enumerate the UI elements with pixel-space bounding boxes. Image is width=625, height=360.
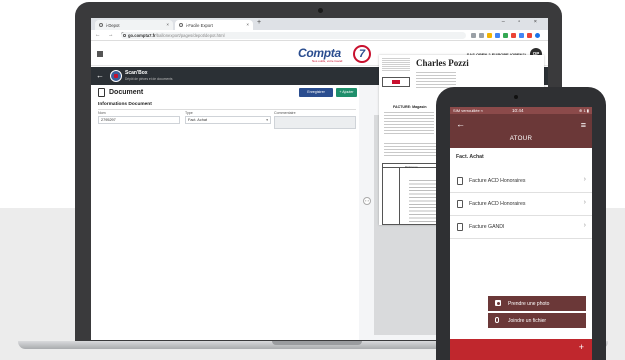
address-bar-row: ← → C go.compta7.fr/ballonexport/pages/d… [91,30,548,41]
tab-favicon-icon [99,23,103,27]
browser-tab-idepot[interactable]: i-Depot × [95,20,173,30]
table-column-divider [399,168,400,225]
add-fab-button[interactable]: + [579,342,584,352]
document-edit-icon [98,88,105,97]
list-item-label: Facture ACD Honoraires [469,201,526,207]
document-icon [457,177,463,185]
chevron-right-icon: › [583,176,586,183]
paperclip-icon [495,317,499,323]
window-controls[interactable]: – ▫ × [502,19,543,25]
browser-tab-export[interactable]: i-Facile Export × [175,20,253,30]
extension-icon[interactable] [503,33,508,38]
profile-icon[interactable] [535,33,540,38]
invoice-title: FACTURE: Magasin [393,105,427,109]
apps-grid-icon[interactable] [97,51,103,57]
page-subtitle: Dépôt de pièces et de documents [125,77,173,81]
extension-icon[interactable] [495,33,500,38]
carrier-label: SIM verrouillée ≈ [453,108,483,113]
compta7-logo[interactable]: Compta Nos outils, votre travail 7 [298,45,374,65]
add-button[interactable]: + Ajouter [336,88,357,97]
url-path: /ballonexport/pages/depot/depot.html [155,33,225,39]
list-item[interactable]: Facture GANDI › [450,217,592,239]
tab-close-icon[interactable]: × [166,22,169,27]
invoice-company: Charles Pozzi [416,58,469,68]
type-value: Fact. Achat [188,118,207,123]
section-divider [98,109,356,110]
document-icon [457,200,463,208]
phone-section-title: Fact. Achat [456,154,484,160]
phone-status-bar: SIM verrouillée ≈ 10:44 ⊕ 1 ▮ [450,107,592,114]
list-item-label: Facture ACD Honoraires [469,178,526,184]
preview-nav-button[interactable]: ‹ › [363,197,371,205]
url-host: go.compta7.fr [128,33,156,39]
logo-number: 7 [353,45,371,63]
logo-tagline: Nos outils, votre travail [312,59,343,63]
chevron-down-icon: ▾ [266,118,268,123]
commentaire-field[interactable] [274,116,356,129]
lock-icon [123,33,126,37]
phone-header: ← ≡ ATOUR [450,114,592,148]
document-panel: Document Enregistrer + Ajouter Informati… [91,85,359,340]
scanbox-icon [110,70,122,82]
back-arrow-icon[interactable]: ← [456,119,465,129]
section-title: Informations Document [98,102,152,107]
extension-icon[interactable] [487,33,492,38]
laptop-notch [272,341,362,345]
nom-field[interactable]: 2795297 [98,116,180,124]
document-title: Document [109,89,144,96]
url-input[interactable]: go.compta7.fr/ballonexport/pages/depot/d… [121,32,466,39]
browser-tab-bar: i-Depot × i-Facile Export × + – ▫ × [91,18,548,30]
battery-icon: ⊕ 1 ▮ [579,108,589,113]
list-item[interactable]: Facture ACD Honoraires › [450,171,592,193]
phone-footer-bar: + [450,339,592,360]
document-icon [457,223,463,231]
attach-file-button[interactable]: Joindre un fichier [488,313,586,328]
tab-label: i-Depot [106,23,120,28]
extension-icon[interactable] [479,33,484,38]
camera-icon [495,300,501,306]
take-photo-label: Prendre une photo [508,300,550,307]
attach-file-label: Joindre un fichier [508,317,547,324]
invoice-address-lines [416,72,456,88]
back-arrow-icon[interactable]: ← [96,71,104,80]
phone-title: ATOUR [509,135,533,142]
type-label: Type [185,111,193,115]
take-photo-button[interactable]: Prendre une photo [488,296,586,311]
list-item-label: Facture GANDI [469,224,505,230]
invoice-stamp [382,77,410,87]
extension-icon[interactable] [471,33,476,38]
invoice-meta-lines [384,112,434,136]
chevron-right-icon: › [583,199,586,206]
commentaire-label: Commentaire [274,111,296,115]
extension-icon[interactable] [519,33,524,38]
menu-icon[interactable]: ≡ [581,120,586,130]
tab-label: i-Facile Export [186,23,213,28]
status-time: 10:44 [512,107,524,113]
list-item[interactable]: Facture ACD Honoraires › [450,194,592,216]
nom-label: Nom [98,111,106,115]
extension-icon[interactable] [511,33,516,38]
page-title: Scan'Box [125,70,148,76]
extension-icon[interactable] [527,33,532,38]
type-select[interactable]: Fact. Achat ▾ [185,116,271,124]
invoice-logo [382,58,410,72]
save-button[interactable]: Enregistrer [299,88,333,97]
webcam-icon [318,8,323,13]
tab-favicon-icon [179,23,183,27]
phone-screen: SIM verrouillée ≈ 10:44 ⊕ 1 ▮ ← ≡ ATOUR … [450,107,592,360]
logo-word: Compta [298,46,341,60]
phone-speaker-icon [514,95,518,99]
new-tab-button[interactable]: + [257,19,261,26]
tab-close-icon[interactable]: × [246,22,249,27]
chevron-right-icon: › [583,222,586,229]
